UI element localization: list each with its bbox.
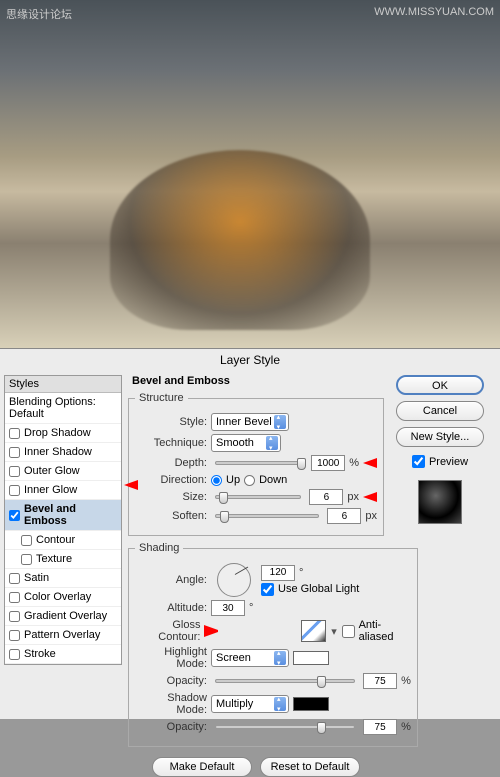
sh-opacity-slider[interactable] xyxy=(215,725,355,729)
shading-group: Shading Angle: ° Use Global Light xyxy=(128,542,418,747)
shadow-color-swatch[interactable] xyxy=(293,697,329,711)
gloss-label: Gloss Contour: xyxy=(135,619,200,643)
style-satin[interactable]: Satin xyxy=(5,569,121,588)
checkbox[interactable] xyxy=(9,510,20,521)
style-bevel-emboss[interactable]: Bevel and Emboss xyxy=(5,500,121,531)
annotation-arrow-icon xyxy=(204,625,296,637)
size-field[interactable] xyxy=(309,489,343,505)
checkbox[interactable] xyxy=(9,466,20,477)
style-pattern-overlay[interactable]: Pattern Overlay xyxy=(5,626,121,645)
technique-label: Technique: xyxy=(135,437,207,449)
soften-label: Soften: xyxy=(135,510,207,522)
ok-button[interactable]: OK xyxy=(396,375,484,395)
structure-group: Structure Style: Inner Bevel Technique: … xyxy=(128,392,384,536)
checkbox[interactable] xyxy=(9,611,20,622)
reset-default-button[interactable]: Reset to Default xyxy=(260,757,360,777)
watermark-left: 思缘设计论坛 xyxy=(6,6,72,22)
gloss-contour-swatch[interactable] xyxy=(301,620,327,642)
stepper-icon xyxy=(266,436,278,450)
highlight-mode-select[interactable]: Screen xyxy=(211,649,289,667)
new-style-button[interactable]: New Style... xyxy=(396,427,484,447)
cancel-button[interactable]: Cancel xyxy=(396,401,484,421)
style-inner-glow[interactable]: Inner Glow xyxy=(5,481,121,500)
checkbox[interactable] xyxy=(9,447,20,458)
blending-options[interactable]: Blending Options: Default xyxy=(5,393,121,424)
dialog-title: Layer Style xyxy=(0,349,500,373)
style-select[interactable]: Inner Bevel xyxy=(211,413,289,431)
global-light-checkbox[interactable] xyxy=(261,583,274,596)
stepper-icon xyxy=(274,651,286,665)
slider-thumb[interactable] xyxy=(317,722,326,734)
depth-field[interactable] xyxy=(311,455,345,471)
style-gradient-overlay[interactable]: Gradient Overlay xyxy=(5,607,121,626)
altitude-field[interactable] xyxy=(211,600,245,616)
shadow-mode-select[interactable]: Multiply xyxy=(211,695,289,713)
slider-thumb[interactable] xyxy=(317,676,326,688)
soften-slider[interactable] xyxy=(215,514,319,518)
angle-label: Angle: xyxy=(135,574,207,586)
checkbox[interactable] xyxy=(9,485,20,496)
checkbox[interactable] xyxy=(9,649,20,660)
annotation-arrow-icon xyxy=(363,492,377,502)
highlight-color-swatch[interactable] xyxy=(293,651,329,665)
shading-legend: Shading xyxy=(135,542,183,554)
slider-thumb[interactable] xyxy=(297,458,306,470)
style-texture[interactable]: Texture xyxy=(5,550,121,569)
shadow-mode-label: Shadow Mode: xyxy=(135,692,207,716)
angle-field[interactable] xyxy=(261,565,295,581)
canvas-preview: 思缘设计论坛 WWW.MISSYUAN.COM xyxy=(0,0,500,348)
direction-down-radio[interactable] xyxy=(244,475,255,486)
direction-label: Direction: xyxy=(135,474,207,486)
style-color-overlay[interactable]: Color Overlay xyxy=(5,588,121,607)
stepper-icon xyxy=(274,415,286,429)
style-outer-glow[interactable]: Outer Glow xyxy=(5,462,121,481)
layer-style-dialog: Layer Style Styles Blending Options: Def… xyxy=(0,348,500,719)
size-slider[interactable] xyxy=(215,495,301,499)
style-inner-shadow[interactable]: Inner Shadow xyxy=(5,443,121,462)
chevron-down-icon[interactable]: ▾ xyxy=(330,625,337,638)
altitude-label: Altitude: xyxy=(135,602,207,614)
checkbox[interactable] xyxy=(9,630,20,641)
hl-opacity-slider[interactable] xyxy=(215,679,355,683)
style-stroke[interactable]: Stroke xyxy=(5,645,121,664)
preview-label: Preview xyxy=(429,456,468,468)
style-label: Style: xyxy=(135,416,207,428)
watermark-right: WWW.MISSYUAN.COM xyxy=(374,6,494,22)
preview-checkbox[interactable] xyxy=(412,455,425,468)
checkbox[interactable] xyxy=(9,592,20,603)
annotation-arrow-icon xyxy=(363,458,377,468)
stepper-icon xyxy=(274,697,286,711)
styles-sidebar: Styles Blending Options: Default Drop Sh… xyxy=(4,373,122,777)
soften-field[interactable] xyxy=(327,508,361,524)
style-contour[interactable]: Contour xyxy=(5,531,121,550)
checkbox[interactable] xyxy=(9,428,20,439)
preview-swatch xyxy=(418,480,462,524)
slider-thumb[interactable] xyxy=(220,511,229,523)
depth-label: Depth: xyxy=(135,457,207,469)
technique-select[interactable]: Smooth xyxy=(211,434,281,452)
annotation-arrow-icon xyxy=(124,480,138,490)
checkbox[interactable] xyxy=(21,535,32,546)
checkbox[interactable] xyxy=(21,554,32,565)
antialias-checkbox[interactable] xyxy=(342,625,355,638)
size-label: Size: xyxy=(135,491,207,503)
slider-thumb[interactable] xyxy=(219,492,228,504)
depth-slider[interactable] xyxy=(215,461,303,465)
sh-opacity-label: Opacity: xyxy=(135,721,207,733)
angle-dial[interactable] xyxy=(217,563,251,597)
structure-legend: Structure xyxy=(135,392,188,404)
panel-heading: Bevel and Emboss xyxy=(128,373,384,389)
checkbox[interactable] xyxy=(9,573,20,584)
make-default-button[interactable]: Make Default xyxy=(152,757,252,777)
highlight-mode-label: Highlight Mode: xyxy=(135,646,207,670)
hl-opacity-label: Opacity: xyxy=(135,675,207,687)
style-drop-shadow[interactable]: Drop Shadow xyxy=(5,424,121,443)
styles-header[interactable]: Styles xyxy=(5,376,121,393)
direction-up-radio[interactable] xyxy=(211,475,222,486)
